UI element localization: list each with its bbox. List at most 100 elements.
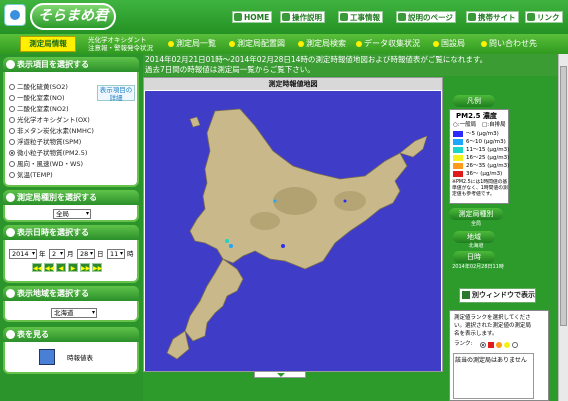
rank-yellow-swatch[interactable] xyxy=(504,342,510,348)
explanation-page-button[interactable]: 説明のページ xyxy=(396,11,456,23)
hokkaido-map[interactable] xyxy=(145,91,441,371)
item-no[interactable]: 一酸化窒素(NO) xyxy=(9,94,65,103)
prev-hour-button[interactable]: ◀ xyxy=(56,263,66,272)
mobile-icon xyxy=(468,13,476,21)
hour-select[interactable]: 11 xyxy=(107,249,125,259)
hourly-table-link[interactable]: 時報値表 xyxy=(67,353,93,363)
tab-station-info[interactable]: 測定局情報 xyxy=(20,36,76,52)
oxidant-alert-link[interactable]: 光化学オキシダント 注意報・警報発令状況 xyxy=(88,36,153,52)
first-button[interactable]: ◀◀ xyxy=(32,263,42,272)
legend-range-3: 11～15 (μg/m3) xyxy=(466,147,509,153)
station-marker xyxy=(225,239,229,243)
radio-icon[interactable] xyxy=(9,117,15,123)
year-select[interactable]: 2014 xyxy=(9,249,37,259)
tab-national-stations[interactable]: 国設局 xyxy=(441,34,465,54)
range-text: ～5 xyxy=(466,131,475,137)
link-button[interactable]: リンク xyxy=(525,11,563,23)
unit-text: (μg/m3) xyxy=(487,147,510,153)
day-unit: 日 xyxy=(97,250,104,258)
rank-radio-red[interactable] xyxy=(480,342,486,348)
datetime-value: 2014年02月28日11時 xyxy=(452,264,504,270)
tab-station-list[interactable]: 測定局一覧 xyxy=(176,34,216,54)
tab-contact[interactable]: 問い合わせ先 xyxy=(489,34,537,54)
mobile-site-button[interactable]: 携帯サイト xyxy=(466,11,519,23)
last-button[interactable]: ▶▶ xyxy=(92,263,102,272)
items-panel-title: 表示項目を選択する xyxy=(17,60,89,69)
logo[interactable]: そらまめ君 xyxy=(30,3,116,30)
unit-text: (μg/m3) xyxy=(487,163,510,169)
rank-orange-swatch[interactable] xyxy=(496,342,502,348)
map-area[interactable] xyxy=(145,91,441,371)
nav-bullet-icon xyxy=(433,41,439,47)
item-ox[interactable]: 光化学オキシダント(OX) xyxy=(9,116,90,125)
item-spm[interactable]: 浮遊粒子状物質(SPM) xyxy=(9,138,81,147)
item-detail-button[interactable]: 表示項目の詳細 xyxy=(97,85,135,102)
station-type-label: 測定局種別 xyxy=(449,208,503,220)
tab-station-search[interactable]: 測定局検索 xyxy=(306,34,346,54)
item-temp[interactable]: 気温(TEMP) xyxy=(9,171,53,180)
legend-note: ※PM2.5には1時間値の基 準値がなく、1時間値の測 定値も参考値です。 xyxy=(452,180,508,198)
explanation-page-label: 説明のページ xyxy=(408,13,453,22)
item-nmhc[interactable]: 非メタン炭化水素(NMHC) xyxy=(9,127,94,136)
station-type-select[interactable]: 全局 xyxy=(53,209,91,219)
radio-icon[interactable] xyxy=(9,172,15,178)
app-window: そらまめ君 HOME 操作説明 工事情報 説明のページ 携帯サイト リンク 測定… xyxy=(0,0,568,401)
marker-auto-label: □:自排局 xyxy=(482,122,506,128)
radio-icon[interactable] xyxy=(9,139,15,145)
item-no2[interactable]: 二酸化窒素(NO2) xyxy=(9,105,69,114)
item-so2[interactable]: 二酸化硫黄(SO2) xyxy=(9,83,68,92)
item-label: 二酸化硫黄(SO2) xyxy=(17,83,68,91)
month-select[interactable]: 2 xyxy=(49,249,65,259)
area-select[interactable]: 北海道 xyxy=(51,308,97,318)
radio-selected-icon[interactable] xyxy=(9,150,15,156)
radio-icon[interactable] xyxy=(9,84,15,90)
vertical-scrollbar[interactable] xyxy=(558,54,568,401)
home-button[interactable]: HOME xyxy=(232,11,273,23)
legend-range-1: ～5 (μg/m3) xyxy=(466,131,499,137)
rank-desc-line: 名を表示します。 xyxy=(454,331,498,337)
legend-box-title: PM2.5 濃度 xyxy=(456,112,497,120)
legend-title: 凡例 xyxy=(453,95,495,107)
rank-station-list[interactable]: 該当の測定局はありません xyxy=(453,353,534,399)
item-label: 二酸化窒素(NO2) xyxy=(17,105,69,113)
open-new-window-button[interactable]: 別ウィンドウで表示 xyxy=(459,288,536,303)
tab-station-map[interactable]: 測定局配置図 xyxy=(237,34,285,54)
next-hour-button[interactable]: ▶ xyxy=(68,263,78,272)
nav-bullet-icon xyxy=(168,41,174,47)
range-text: 16～25 xyxy=(466,155,486,161)
legend-swatch-4 xyxy=(453,155,463,161)
table-doc-icon[interactable] xyxy=(39,349,55,365)
radio-icon[interactable] xyxy=(9,128,15,134)
prev-day-button[interactable]: ◀◀ xyxy=(44,263,54,272)
item-label: 一酸化窒素(NO) xyxy=(17,94,65,102)
main-nav: 測定局情報 光化学オキシダント 注意報・警報発令状況 測定局一覧 測定局配置図 … xyxy=(0,34,568,54)
items-panel-header: 表示項目を選択する xyxy=(3,57,139,72)
item-label: 光化学オキシダント(OX) xyxy=(17,116,90,124)
station-type-value: 全局 xyxy=(470,221,481,227)
unit-text: (μg/m3) xyxy=(483,139,506,145)
next-day-button[interactable]: ▶▶ xyxy=(80,263,90,272)
table-panel-title: 表を見る xyxy=(17,330,49,339)
construction-info-button[interactable]: 工事情報 xyxy=(338,11,383,23)
unit-text: (μg/m3) xyxy=(487,155,510,161)
legend-swatch-2 xyxy=(453,139,463,145)
rank-list-item: 該当の測定局はありません xyxy=(455,357,527,364)
radio-icon[interactable] xyxy=(9,106,15,112)
explanation-icon xyxy=(398,13,406,21)
legend-range-5: 26～35 (μg/m3) xyxy=(466,163,509,169)
month-unit: 月 xyxy=(67,250,74,258)
item-wd-ws[interactable]: 風向・風速(WD・WS) xyxy=(9,160,83,169)
item-pm25[interactable]: 微小粒子状物質(PM2.5) xyxy=(9,149,87,158)
construction-icon xyxy=(340,13,348,21)
datetime-label: 日時 xyxy=(453,251,495,263)
radio-icon[interactable] xyxy=(9,95,15,101)
range-text: 6～10 xyxy=(466,139,482,145)
map-expand-tab[interactable] xyxy=(254,371,306,378)
radio-icon[interactable] xyxy=(9,161,15,167)
rank-white-swatch[interactable] xyxy=(512,342,518,348)
scrollbar-thumb[interactable] xyxy=(560,66,567,326)
day-select[interactable]: 28 xyxy=(77,249,95,259)
tab-data-collection[interactable]: データ収集状況 xyxy=(364,34,420,54)
operation-guide-button[interactable]: 操作説明 xyxy=(280,11,325,23)
rank-desc-line: 測定値ランクを選択してくださ xyxy=(454,315,531,321)
